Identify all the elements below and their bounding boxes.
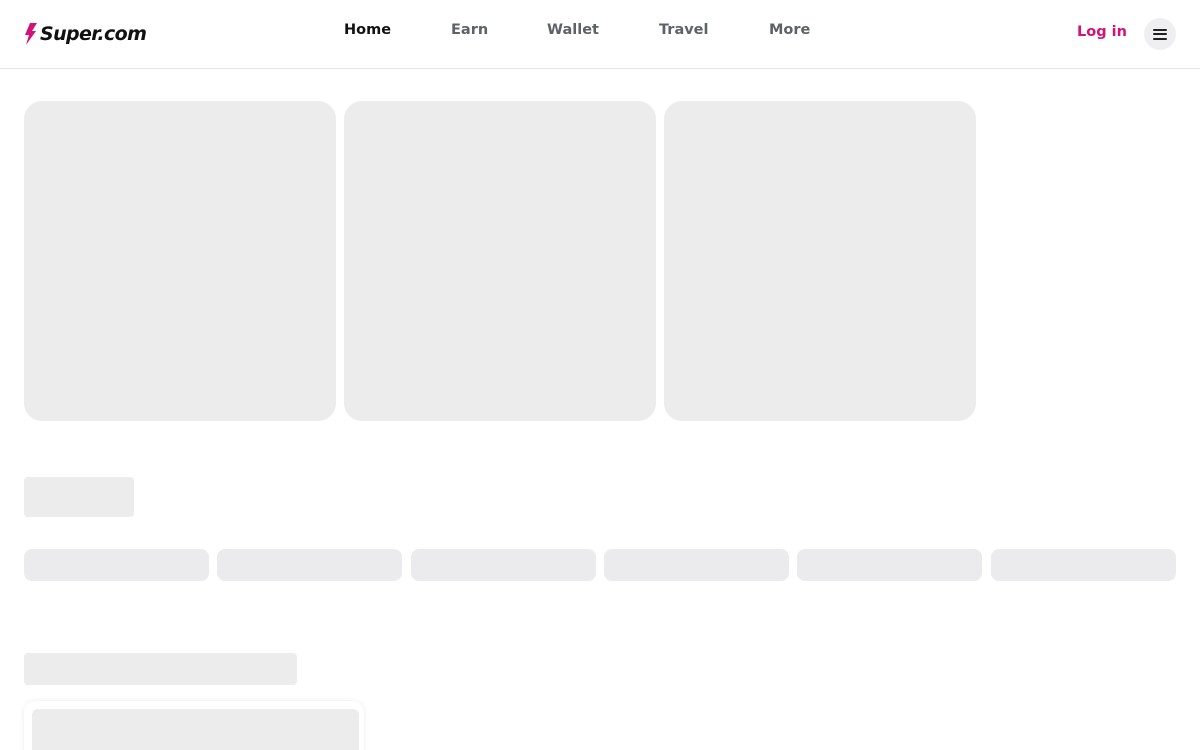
logo-text: Super.com — [40, 23, 147, 45]
hamburger-menu-icon — [1153, 28, 1167, 40]
menu-button[interactable] — [1144, 18, 1176, 50]
nav-home[interactable]: Home — [344, 22, 391, 38]
category-chip-skeleton — [797, 549, 982, 581]
category-chip-skeleton — [24, 549, 209, 581]
category-chip-skeleton — [991, 549, 1176, 581]
lightning-bolt-icon — [25, 23, 37, 45]
section-title-skeleton — [24, 477, 134, 517]
nav-travel[interactable]: Travel — [659, 22, 709, 38]
nav-wallet[interactable]: Wallet — [547, 22, 599, 38]
login-link[interactable]: Log in — [1077, 24, 1127, 40]
hero-card-skeleton — [24, 101, 336, 421]
top-navigation-bar: Super.com Home Earn Wallet Travel More L… — [0, 0, 1200, 69]
hero-card-skeleton — [664, 101, 976, 421]
super-com-logo[interactable]: Super.com — [24, 20, 147, 48]
hero-card-skeleton — [344, 101, 656, 421]
nav-more[interactable]: More — [769, 22, 810, 38]
category-chip-skeleton — [217, 549, 402, 581]
section-subtitle-skeleton — [24, 653, 297, 685]
offer-card-skeleton — [24, 701, 364, 750]
nav-earn[interactable]: Earn — [451, 22, 488, 38]
offer-image-skeleton — [32, 709, 359, 750]
page: Super.com Home Earn Wallet Travel More L… — [0, 0, 1200, 750]
category-chip-skeleton — [411, 549, 596, 581]
category-chip-skeleton — [604, 549, 789, 581]
